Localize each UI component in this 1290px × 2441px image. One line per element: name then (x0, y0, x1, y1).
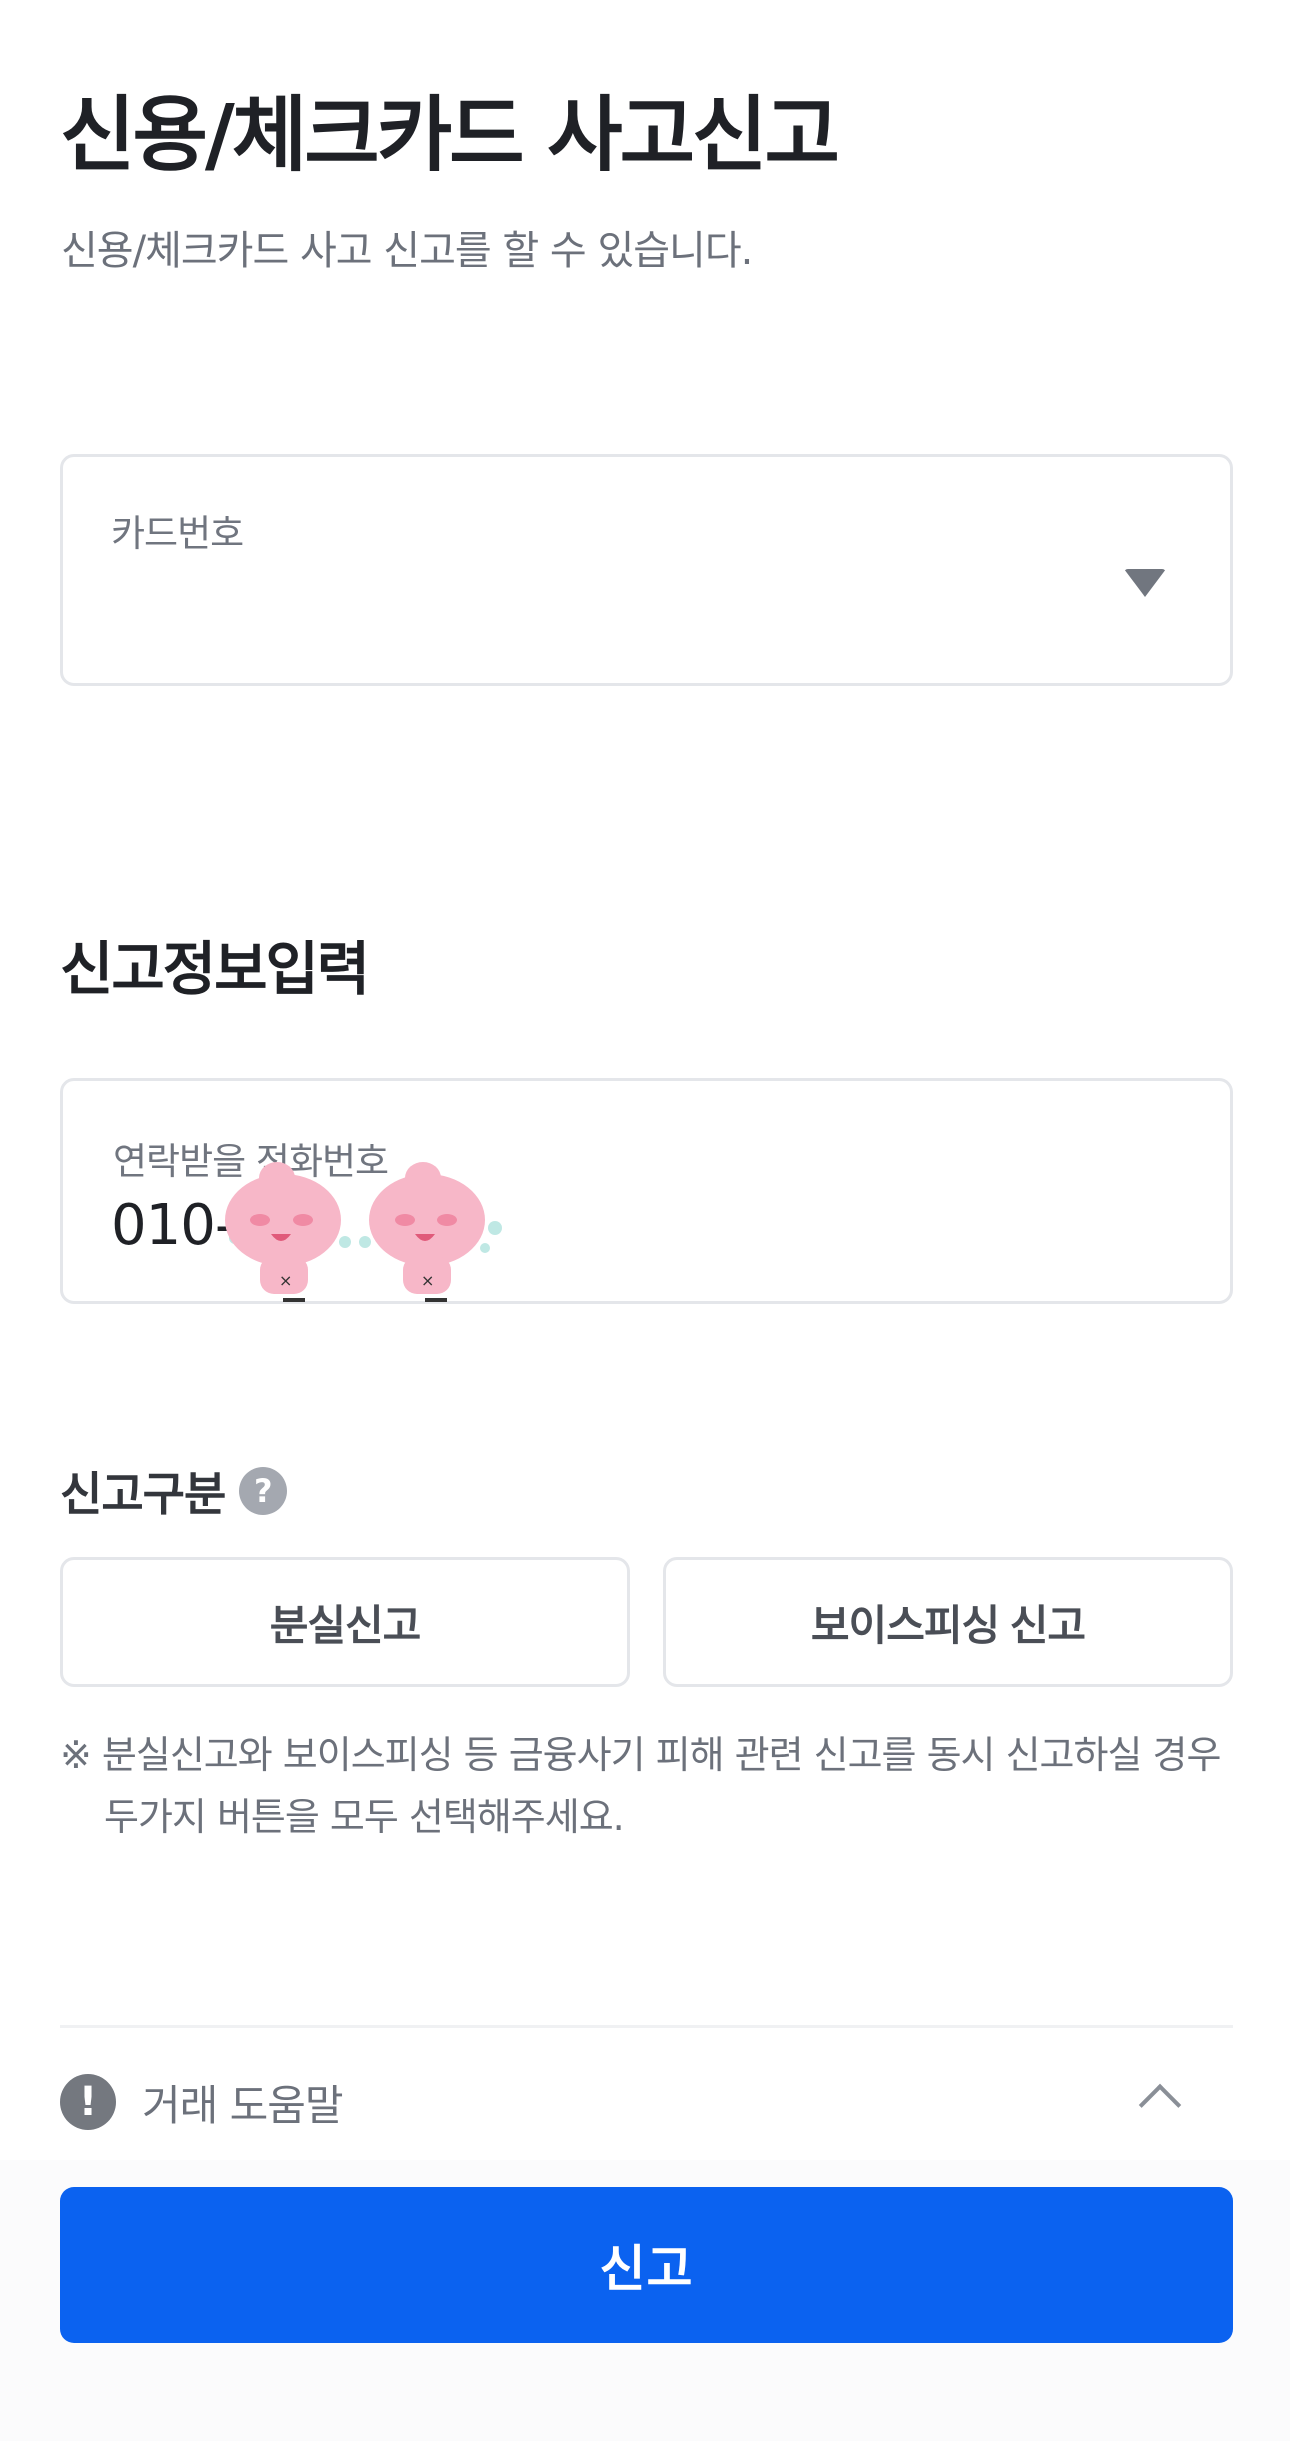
report-type-notice: ※ 분실신고와 보이스피싱 등 금융사기 피해 관련 신고를 동시 신고하실 경… (60, 1733, 1221, 1839)
report-info-section-title: 신고정보입력 (60, 935, 370, 1003)
report-type-header: 신고구분 ? (60, 1458, 288, 1524)
voice-phishing-report-button[interactable]: 보이스피싱 신고 (663, 1557, 1233, 1687)
transaction-help-label: 거래 도움말 (142, 2080, 344, 2130)
card-accident-report-page: 신용/체크카드 사고신고 신용/체크카드 사고 신고를 할 수 있습니다. 카드… (0, 0, 1290, 2441)
page-title: 신용/체크카드 사고신고 (60, 88, 840, 183)
svg-text:×: × (421, 1271, 434, 1290)
caret-down-icon (1124, 569, 1166, 597)
report-type-label: 신고구분 (60, 1467, 226, 1521)
question-icon[interactable]: ? (239, 1467, 288, 1515)
card-number-label: 카드번호 (111, 512, 244, 555)
divider (60, 2025, 1233, 2028)
chevron-up-icon (1138, 2083, 1182, 2127)
bunny-sticker-icon: × (359, 1162, 502, 1302)
svg-text:×: × (279, 1271, 292, 1290)
exclamation-icon: ! (60, 2074, 116, 2130)
transaction-help-toggle[interactable]: ! 거래 도움말 (60, 2070, 1233, 2134)
bunny-sticker-icon: × (225, 1162, 351, 1302)
lost-report-button[interactable]: 분실신고 (60, 1557, 630, 1687)
page-subtitle: 신용/체크카드 사고 신고를 할 수 있습니다. (61, 228, 753, 274)
submit-report-button[interactable]: 신고 (60, 2187, 1233, 2343)
card-number-select[interactable]: 카드번호 (60, 454, 1233, 686)
